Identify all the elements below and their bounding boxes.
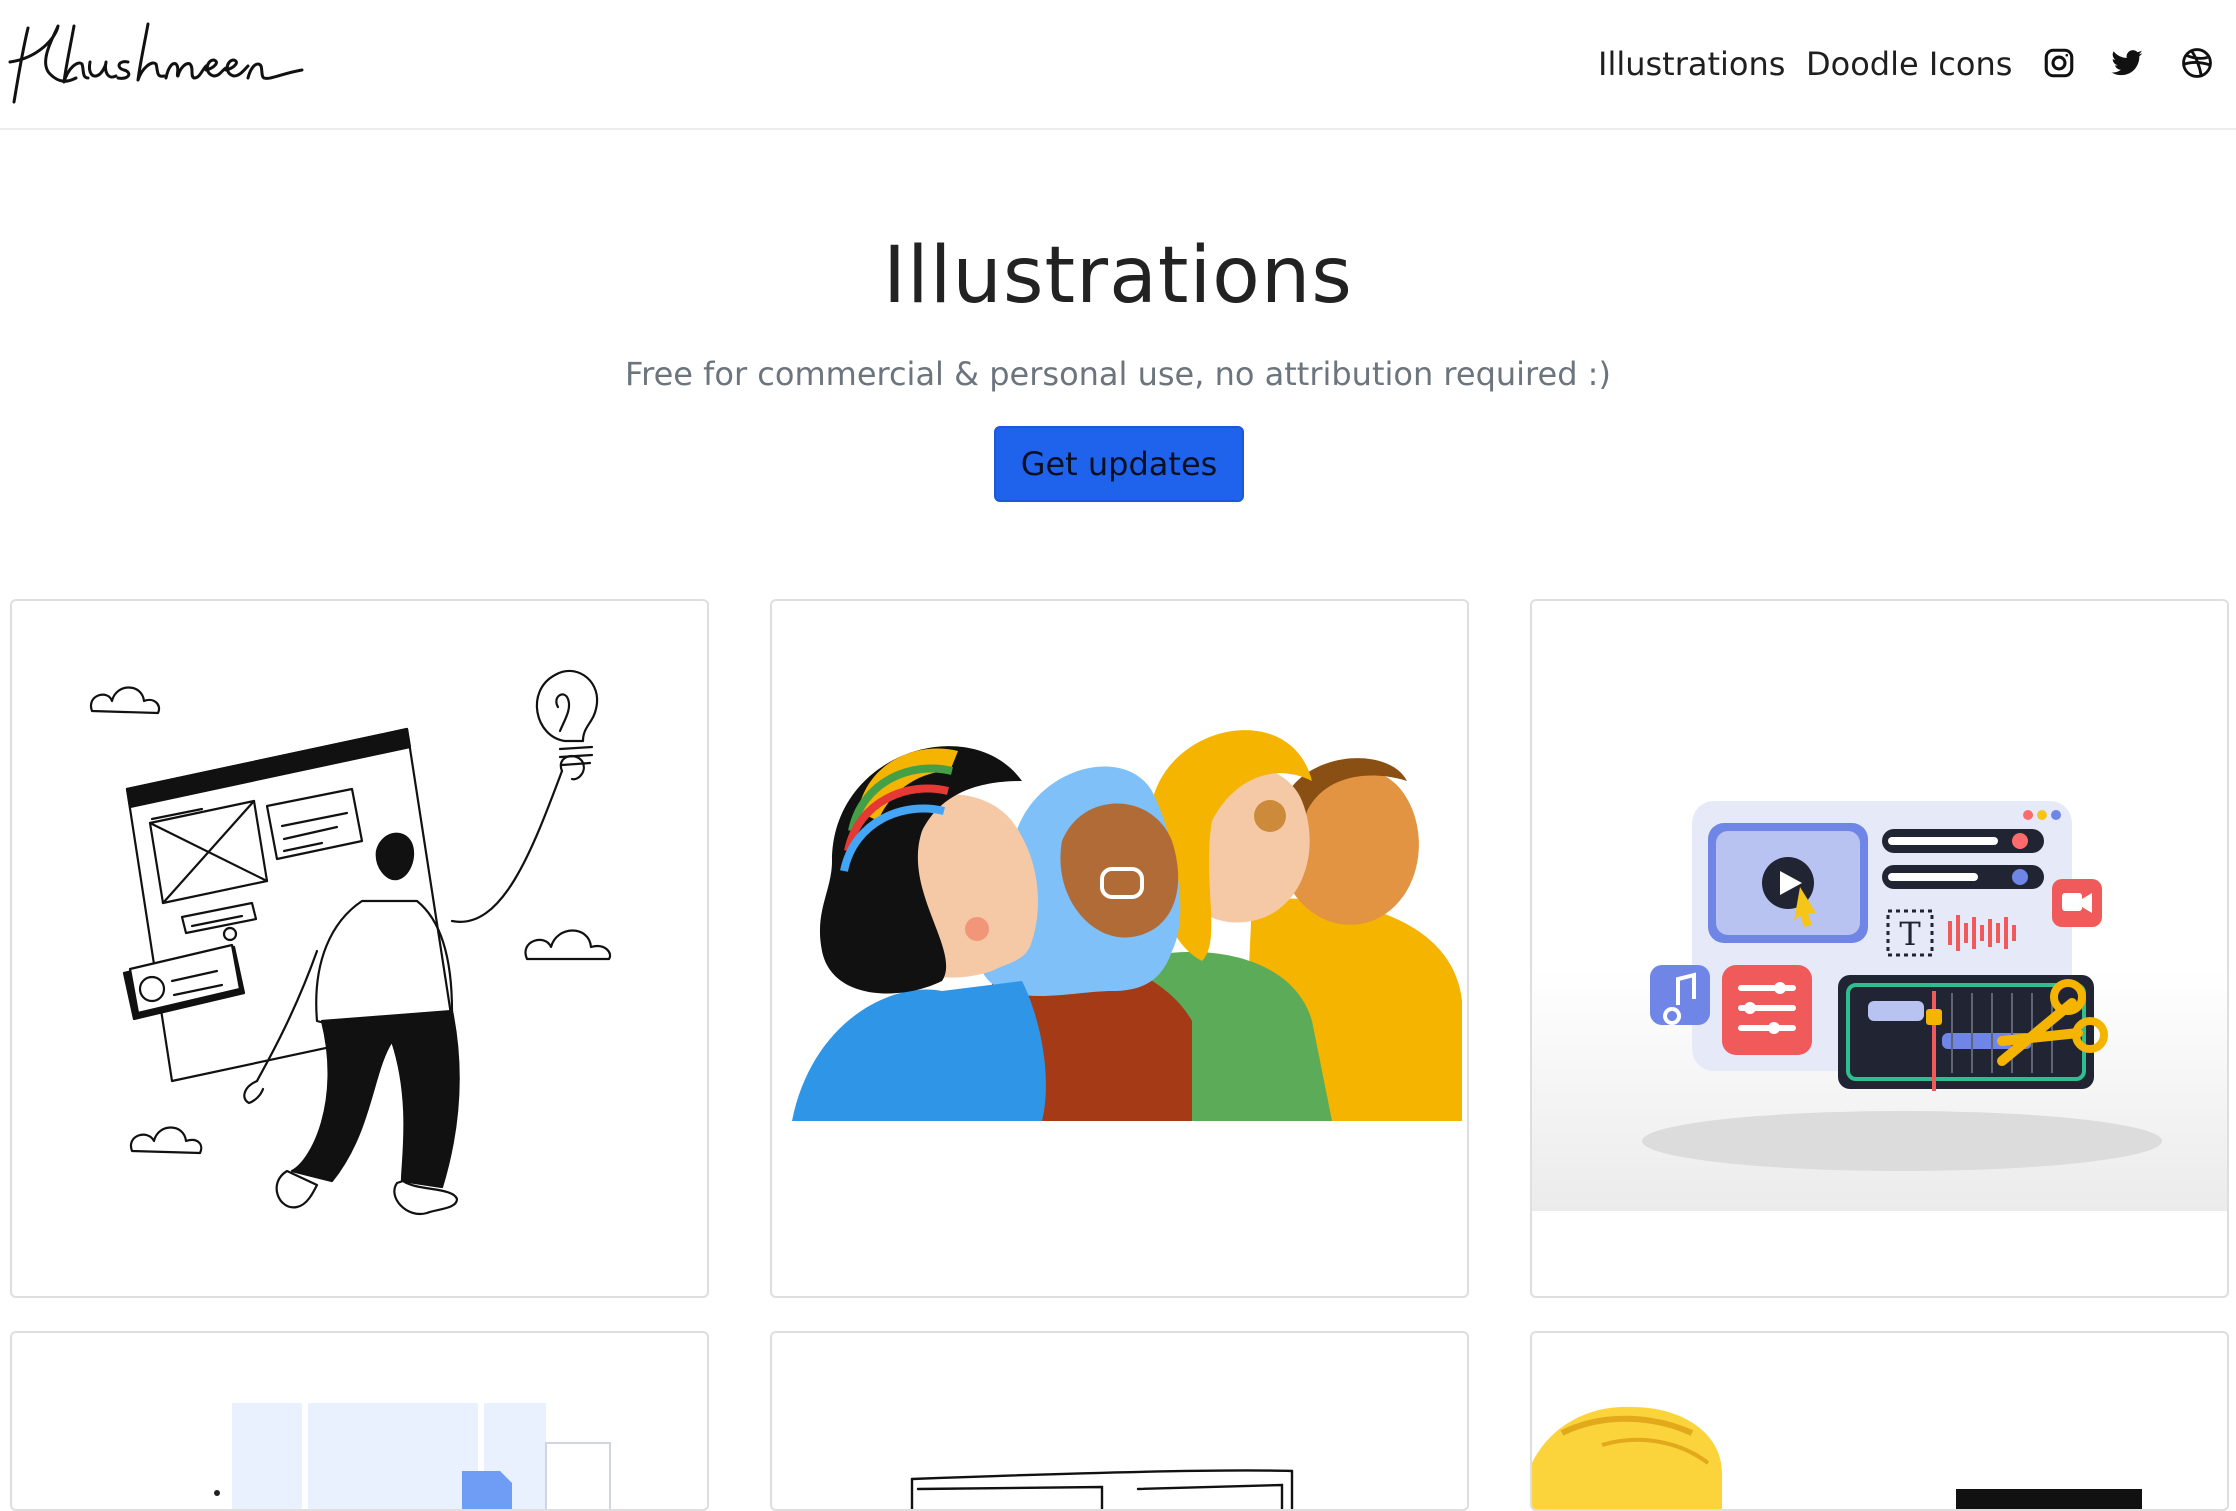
brand-logo[interactable] (8, 18, 304, 108)
nav-link-illustrations[interactable]: Illustrations (1598, 44, 1785, 84)
get-updates-button[interactable]: Get updates (994, 426, 1244, 502)
illustration-card[interactable] (10, 599, 709, 1298)
illustration-card[interactable]: T (1530, 599, 2229, 1298)
dribbble-icon[interactable] (2180, 46, 2214, 80)
page-subtitle: Free for commercial & personal use, no a… (625, 355, 1611, 393)
yellow-hand-illustration (1532, 1406, 2142, 1509)
page-title: Illustrations (883, 231, 1353, 321)
sketch-browser-illustration (910, 1469, 1294, 1509)
illustration-card[interactable] (770, 1331, 1469, 1511)
illustration-card[interactable] (770, 599, 1469, 1298)
twitter-icon[interactable] (2110, 46, 2144, 80)
nav-link-doodle-icons[interactable]: Doodle Icons (1806, 44, 2012, 84)
signature-logo-icon (8, 22, 304, 104)
diverse-women-illustration (792, 730, 1462, 1121)
illustration-card[interactable] (10, 1331, 709, 1511)
blue-documents-illustration (214, 1403, 611, 1509)
svg-text:T: T (1899, 915, 1921, 953)
illustration-card[interactable] (1530, 1331, 2229, 1511)
3d-video-editor-illustration: T (1532, 601, 2227, 1211)
doodle-person-lightbulb-illustration (89, 669, 612, 1216)
instagram-icon[interactable] (2042, 46, 2076, 80)
navbar: Illustrations Doodle Icons (0, 0, 2236, 130)
